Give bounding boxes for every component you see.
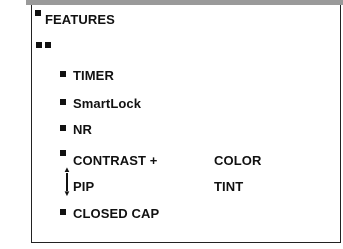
menu-item-contrast[interactable]: CONTRAST + <box>73 153 157 168</box>
menu-item-closed-cap[interactable]: CLOSED CAP <box>73 206 159 221</box>
title-bullet-icon <box>35 10 41 16</box>
menu-item-nr[interactable]: NR <box>73 122 92 137</box>
cursor-square-icon <box>36 42 42 48</box>
cursor-square-icon <box>45 42 51 48</box>
scroll-bar-icon <box>66 173 68 191</box>
menu-item-tint[interactable]: TINT <box>214 179 243 194</box>
menu-item-timer[interactable]: TIMER <box>73 68 114 83</box>
nr-bullet-icon <box>60 125 66 131</box>
contrast-bullet-icon <box>60 150 66 156</box>
smartlock-bullet-icon <box>60 99 66 105</box>
menu-title: FEATURES <box>45 12 115 27</box>
closed-cap-bullet-icon <box>60 209 66 215</box>
menu-item-pip[interactable]: PIP <box>73 179 94 194</box>
menu-item-color[interactable]: COLOR <box>214 153 261 168</box>
scroll-down-arrow-icon: ▼ <box>63 189 71 198</box>
menu-item-smartlock[interactable]: SmartLock <box>73 96 141 111</box>
timer-bullet-icon <box>60 71 66 77</box>
